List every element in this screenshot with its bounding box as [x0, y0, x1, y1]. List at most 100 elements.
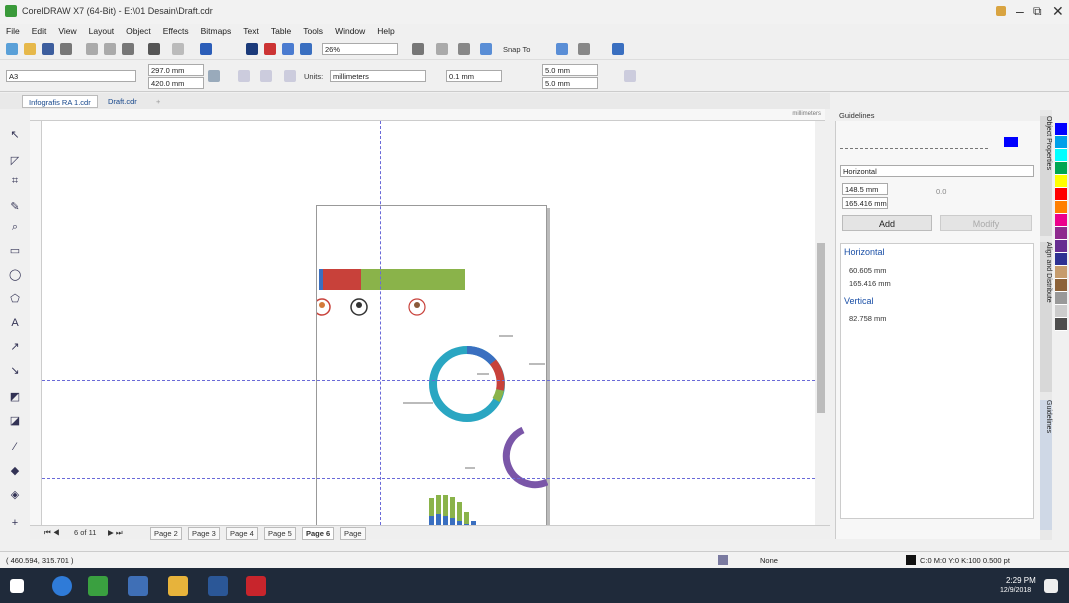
orientation-select[interactable]: Horizontal [840, 165, 1034, 177]
page-tab-active[interactable]: Page 6 [302, 527, 335, 540]
rectangle-tool-icon[interactable]: ▭ [9, 245, 21, 257]
menu-layout[interactable]: Layout [89, 26, 115, 36]
group-horizontal[interactable]: Horizontal [844, 247, 885, 257]
angle-field[interactable]: 0.0 [936, 187, 946, 196]
scroll-thumb[interactable] [817, 243, 825, 413]
search-content-icon[interactable] [200, 43, 212, 55]
stacked-bar[interactable] [464, 512, 469, 525]
horizontal-guideline[interactable] [42, 380, 815, 381]
stacked-bar[interactable] [450, 518, 455, 525]
orientation-landscape-icon[interactable] [238, 70, 250, 82]
units-select[interactable]: millimeters [330, 70, 426, 82]
tab-guidelines[interactable]: Guidelines [1040, 400, 1052, 530]
polygon-tool-icon[interactable]: ⬠ [9, 293, 21, 305]
account-icon[interactable] [996, 6, 1006, 16]
stacked-bar[interactable] [436, 514, 441, 525]
color-swatch[interactable] [1055, 279, 1067, 292]
menu-object[interactable]: Object [126, 26, 151, 36]
first-page-button[interactable]: ⏮ ◀ [44, 528, 60, 538]
color-swatch[interactable] [1055, 305, 1067, 318]
color-swatch[interactable] [1055, 162, 1067, 175]
group-vertical[interactable]: Vertical [844, 296, 874, 306]
chrome-icon[interactable] [52, 576, 72, 596]
color-swatch[interactable] [1055, 188, 1067, 201]
grid-icon[interactable] [458, 43, 470, 55]
color-swatch[interactable] [1055, 214, 1067, 227]
word-icon[interactable] [208, 576, 228, 596]
vertical-guideline[interactable] [380, 121, 381, 525]
zoom-tool-icon[interactable]: ⌕ [9, 221, 21, 233]
bar-segment-blue[interactable] [319, 269, 323, 290]
tab-infografis[interactable]: Infografis RA 1.cdr [22, 95, 98, 108]
menu-text[interactable]: Text [243, 26, 259, 36]
color-swatch[interactable] [1055, 123, 1067, 136]
file-explorer-icon[interactable] [168, 576, 188, 596]
import-icon[interactable] [246, 43, 258, 55]
color-swatch[interactable] [1055, 149, 1067, 162]
page-tab[interactable]: Page [340, 527, 366, 540]
document-page[interactable] [313, 205, 549, 525]
close-button[interactable]: ✕ [1052, 3, 1064, 20]
menu-view[interactable]: View [58, 26, 76, 36]
pick-tool-icon[interactable]: ↖ [9, 129, 21, 141]
next-page-button[interactable]: ▶ ⏭ [108, 528, 123, 538]
color-swatch[interactable] [1055, 175, 1067, 188]
orientation-portrait-icon[interactable] [208, 70, 220, 82]
save-icon[interactable] [42, 43, 54, 55]
app-launcher-icon[interactable] [300, 43, 312, 55]
snap-to-dropdown[interactable]: Snap To [503, 45, 530, 54]
color-swatch[interactable] [1055, 266, 1067, 279]
x-position-field[interactable]: 148.5 mm [842, 183, 888, 195]
guideline-list[interactable]: Horizontal 60.605 mm 165.416 mm Vertical… [840, 243, 1034, 519]
guideline-item[interactable]: 165.416 mm [849, 279, 891, 288]
tab-object-properties[interactable]: Object Properties [1040, 116, 1052, 236]
interactive-fill-tool-icon[interactable]: ◆ [9, 465, 21, 477]
page-tab[interactable]: Page 4 [226, 527, 258, 540]
menu-edit[interactable]: Edit [32, 26, 47, 36]
guidelines-icon[interactable] [480, 43, 492, 55]
modify-guideline-button[interactable]: Modify [940, 215, 1032, 231]
quick-customize-icon[interactable] [556, 43, 568, 55]
tab-align-distribute[interactable]: Align and Distribute [1040, 242, 1052, 392]
bar-segment-red[interactable] [323, 269, 361, 290]
page-tab[interactable]: Page 3 [188, 527, 220, 540]
zoom-level-field[interactable]: 26% [322, 43, 398, 55]
acrobat-icon[interactable] [246, 576, 266, 596]
donut-segment-red[interactable] [489, 359, 505, 391]
ellipse-tool-icon[interactable]: ◯ [9, 269, 21, 281]
guideline-item[interactable]: 82.758 mm [849, 314, 887, 323]
horizontal-ruler[interactable]: millimeters [30, 109, 825, 121]
fill-indicator-icon[interactable] [718, 555, 728, 565]
new-document-icon[interactable] [6, 43, 18, 55]
color-swatch[interactable] [1055, 292, 1067, 305]
y-position-field[interactable]: 165.416 mm [842, 197, 888, 209]
options-icon[interactable] [578, 43, 590, 55]
bar-segment-green[interactable] [361, 269, 465, 290]
guideline-color-swatch[interactable] [1004, 137, 1018, 147]
drop-shadow-tool-icon[interactable]: ◩ [9, 391, 21, 403]
eyedropper-tool-icon[interactable]: ⁄ [9, 441, 21, 453]
export-icon[interactable] [264, 43, 276, 55]
minimize-button[interactable]: – [1016, 3, 1024, 19]
add-tool-icon[interactable]: + [9, 517, 21, 529]
stacked-bar[interactable] [443, 516, 448, 525]
zoom-page-icon[interactable] [624, 70, 636, 82]
stacked-bar-chart[interactable] [429, 495, 483, 525]
donut-segment-green[interactable] [492, 388, 504, 403]
tab-draft[interactable]: Draft.cdr [102, 95, 143, 108]
drawing-canvas[interactable] [42, 121, 815, 525]
vertical-scrollbar[interactable] [815, 121, 827, 525]
parallel-dimension-tool-icon[interactable]: ↗ [9, 341, 21, 353]
current-page-icon[interactable] [284, 70, 296, 82]
menu-bitmaps[interactable]: Bitmaps [201, 26, 232, 36]
paste-icon[interactable] [122, 43, 134, 55]
color-swatch[interactable] [1055, 318, 1067, 331]
page-tab[interactable]: Page 5 [264, 527, 296, 540]
cut-icon[interactable] [86, 43, 98, 55]
donut-segment-blue[interactable] [466, 345, 497, 365]
shape-tool-icon[interactable]: ◸ [9, 155, 21, 167]
menu-window[interactable]: Window [335, 26, 365, 36]
line-style-select[interactable] [840, 139, 988, 149]
notification-icon[interactable] [1044, 579, 1058, 593]
guideline-item[interactable]: 60.605 mm [849, 266, 887, 275]
